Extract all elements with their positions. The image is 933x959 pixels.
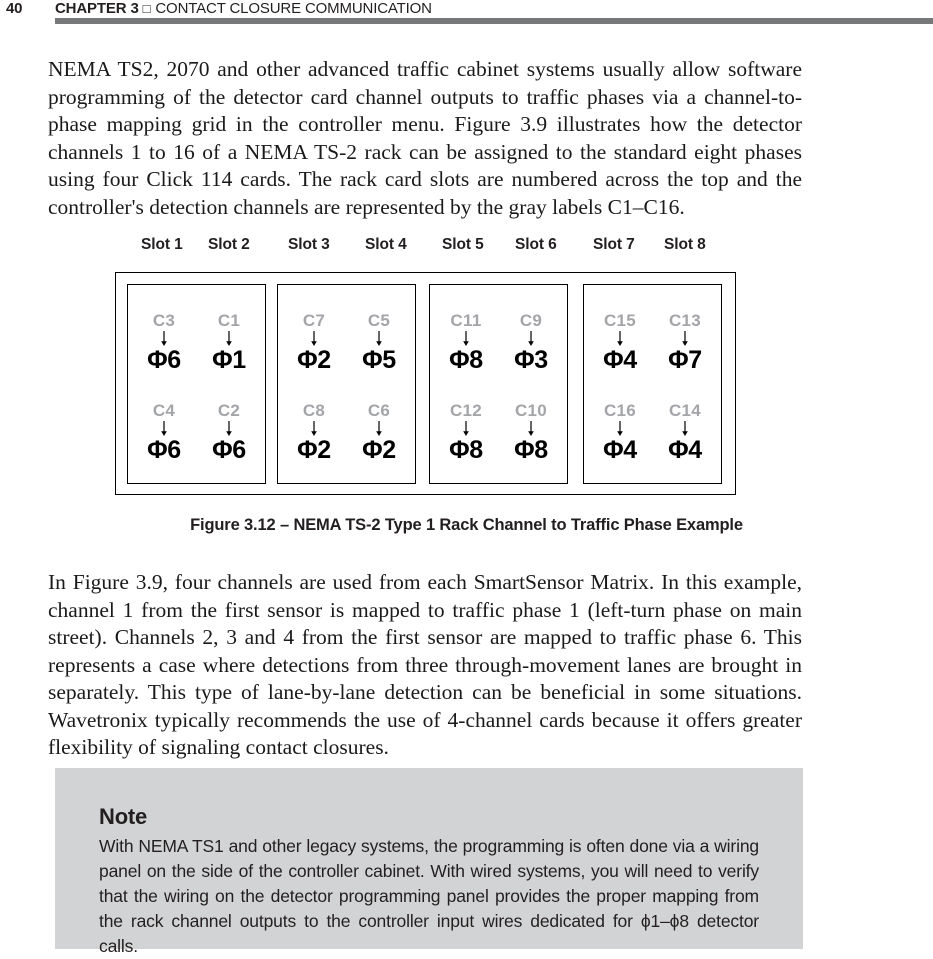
card-2-cells: C7 Φ2 C5 Φ5 C8 Φ2 C6 Φ2 bbox=[278, 285, 415, 483]
down-arrow-icon bbox=[346, 421, 412, 436]
channel-label: C12 bbox=[449, 401, 483, 420]
down-arrow-icon bbox=[196, 331, 262, 346]
rack-card-4: C15 Φ4 C13 Φ7 C16 Φ4 C14 Φ4 bbox=[583, 284, 722, 484]
channel-label: C14 bbox=[668, 401, 702, 420]
channel-label: C3 bbox=[152, 311, 176, 330]
channel-cell-c6: C6 Φ2 bbox=[346, 401, 412, 464]
chapter-label: CHAPTER 3 bbox=[55, 0, 139, 17]
down-arrow-icon bbox=[433, 421, 499, 436]
channel-label: C8 bbox=[302, 401, 326, 420]
intro-paragraph-block: NEMA TS2, 2070 and other advanced traffi… bbox=[48, 56, 802, 221]
page-header: 40 CHAPTER 3 □ CONTACT CLOSURE COMMUNICATI… bbox=[0, 0, 933, 30]
phase-label: Φ6 bbox=[147, 346, 181, 374]
channel-cell-c1: C1 Φ1 bbox=[196, 311, 262, 374]
phase-label: Φ4 bbox=[603, 436, 637, 464]
phase-label: Φ2 bbox=[297, 346, 331, 374]
phase-label: Φ3 bbox=[514, 346, 548, 374]
down-arrow-icon bbox=[281, 421, 347, 436]
slot-label-1: Slot 1 bbox=[141, 236, 183, 253]
channel-cell-c3: C3 Φ6 bbox=[131, 311, 197, 374]
down-arrow-icon bbox=[433, 331, 499, 346]
channel-label: C9 bbox=[519, 311, 543, 330]
channel-label: C11 bbox=[450, 311, 482, 330]
explanation-paragraph-block: In Figure 3.9, four channels are used fr… bbox=[48, 569, 802, 762]
channel-label: C6 bbox=[367, 401, 391, 420]
header-rule-divider bbox=[55, 18, 933, 24]
running-head: CHAPTER 3 □ CONTACT CLOSURE COMMUNICATION bbox=[55, 0, 432, 17]
down-arrow-icon bbox=[652, 421, 718, 436]
paragraph-intro: NEMA TS2, 2070 and other advanced traffi… bbox=[48, 57, 802, 219]
channel-cell-c12: C12 Φ8 bbox=[433, 401, 499, 464]
note-title: Note bbox=[99, 804, 148, 829]
down-arrow-icon bbox=[131, 421, 197, 436]
paragraph-explanation: In Figure 3.9, four channels are used fr… bbox=[48, 570, 802, 759]
channel-label: C2 bbox=[217, 401, 241, 420]
down-arrow-icon bbox=[281, 331, 347, 346]
separator-box-icon: □ bbox=[142, 1, 151, 16]
phase-label: Φ6 bbox=[147, 436, 181, 464]
card-4-cells: C15 Φ4 C13 Φ7 C16 Φ4 C14 Φ4 bbox=[584, 285, 721, 483]
phase-label: Φ8 bbox=[449, 436, 483, 464]
rack-card-2: C7 Φ2 C5 Φ5 C8 Φ2 C6 Φ2 bbox=[277, 284, 416, 484]
down-arrow-icon bbox=[346, 331, 412, 346]
slot-label-2: Slot 2 bbox=[208, 236, 250, 253]
phase-label: Φ4 bbox=[603, 346, 637, 374]
down-arrow-icon bbox=[131, 331, 197, 346]
figure-caption: Figure 3.12 – NEMA TS-2 Type 1 Rack Chan… bbox=[190, 516, 743, 534]
phase-label: Φ1 bbox=[212, 346, 246, 374]
slot-label-5: Slot 5 bbox=[442, 236, 484, 253]
rack-chassis: C3 Φ6 C1 Φ1 C4 Φ6 C2 Φ6 C7 Φ2 C5 Φ5 C8 Φ… bbox=[115, 272, 736, 495]
slot-label-3: Slot 3 bbox=[288, 236, 330, 253]
slot-label-7: Slot 7 bbox=[593, 236, 635, 253]
phase-label: Φ4 bbox=[668, 436, 702, 464]
down-arrow-icon bbox=[498, 421, 564, 436]
channel-cell-c8: C8 Φ2 bbox=[281, 401, 347, 464]
channel-label: C1 bbox=[217, 311, 241, 330]
section-title: CONTACT CLOSURE COMMUNICATION bbox=[155, 0, 432, 17]
down-arrow-icon bbox=[652, 331, 718, 346]
channel-label: C16 bbox=[603, 401, 637, 420]
channel-label: C5 bbox=[367, 311, 391, 330]
phase-label: Φ6 bbox=[212, 436, 246, 464]
channel-cell-c16: C16 Φ4 bbox=[587, 401, 653, 464]
down-arrow-icon bbox=[587, 421, 653, 436]
channel-cell-c15: C15 Φ4 bbox=[587, 311, 653, 374]
slot-label-6: Slot 6 bbox=[515, 236, 557, 253]
channel-label: C15 bbox=[603, 311, 637, 330]
down-arrow-icon bbox=[196, 421, 262, 436]
phase-label: Φ8 bbox=[449, 346, 483, 374]
card-3-cells: C11 Φ8 C9 Φ3 C12 Φ8 C10 Φ8 bbox=[430, 285, 567, 483]
phase-label: Φ8 bbox=[514, 436, 548, 464]
note-callout: Note With NEMA TS1 and other legacy syst… bbox=[55, 768, 803, 956]
rack-card-1: C3 Φ6 C1 Φ1 C4 Φ6 C2 Φ6 bbox=[127, 284, 266, 484]
channel-cell-c7: C7 Φ2 bbox=[281, 311, 347, 374]
phase-label: Φ5 bbox=[362, 346, 396, 374]
slot-label-4: Slot 4 bbox=[365, 236, 407, 253]
channel-label: C13 bbox=[668, 311, 702, 330]
channel-cell-c14: C14 Φ4 bbox=[652, 401, 718, 464]
channel-cell-c9: C9 Φ3 bbox=[498, 311, 564, 374]
slot-label-8: Slot 8 bbox=[664, 236, 706, 253]
slot-label-row: Slot 1 Slot 2 Slot 3 Slot 4 Slot 5 Slot … bbox=[115, 236, 739, 262]
card-1-cells: C3 Φ6 C1 Φ1 C4 Φ6 C2 Φ6 bbox=[128, 285, 265, 483]
rack-card-3: C11 Φ8 C9 Φ3 C12 Φ8 C10 Φ8 bbox=[429, 284, 568, 484]
phase-label: Φ2 bbox=[362, 436, 396, 464]
channel-label: C7 bbox=[302, 311, 326, 330]
channel-cell-c11: C11 Φ8 bbox=[433, 311, 499, 374]
phase-label: Φ7 bbox=[668, 346, 702, 374]
figure-rack-diagram: Slot 1 Slot 2 Slot 3 Slot 4 Slot 5 Slot … bbox=[0, 236, 933, 535]
down-arrow-icon bbox=[587, 331, 653, 346]
channel-label: C4 bbox=[152, 401, 176, 420]
channel-cell-c4: C4 Φ6 bbox=[131, 401, 197, 464]
note-body-text: With NEMA TS1 and other legacy systems, … bbox=[99, 836, 759, 956]
channel-label: C10 bbox=[514, 401, 548, 420]
down-arrow-icon bbox=[498, 331, 564, 346]
page-number: 40 bbox=[6, 0, 23, 17]
channel-cell-c2: C2 Φ6 bbox=[196, 401, 262, 464]
phase-label: Φ2 bbox=[297, 436, 331, 464]
channel-cell-c13: C13 Φ7 bbox=[652, 311, 718, 374]
channel-cell-c5: C5 Φ5 bbox=[346, 311, 412, 374]
channel-cell-c10: C10 Φ8 bbox=[498, 401, 564, 464]
